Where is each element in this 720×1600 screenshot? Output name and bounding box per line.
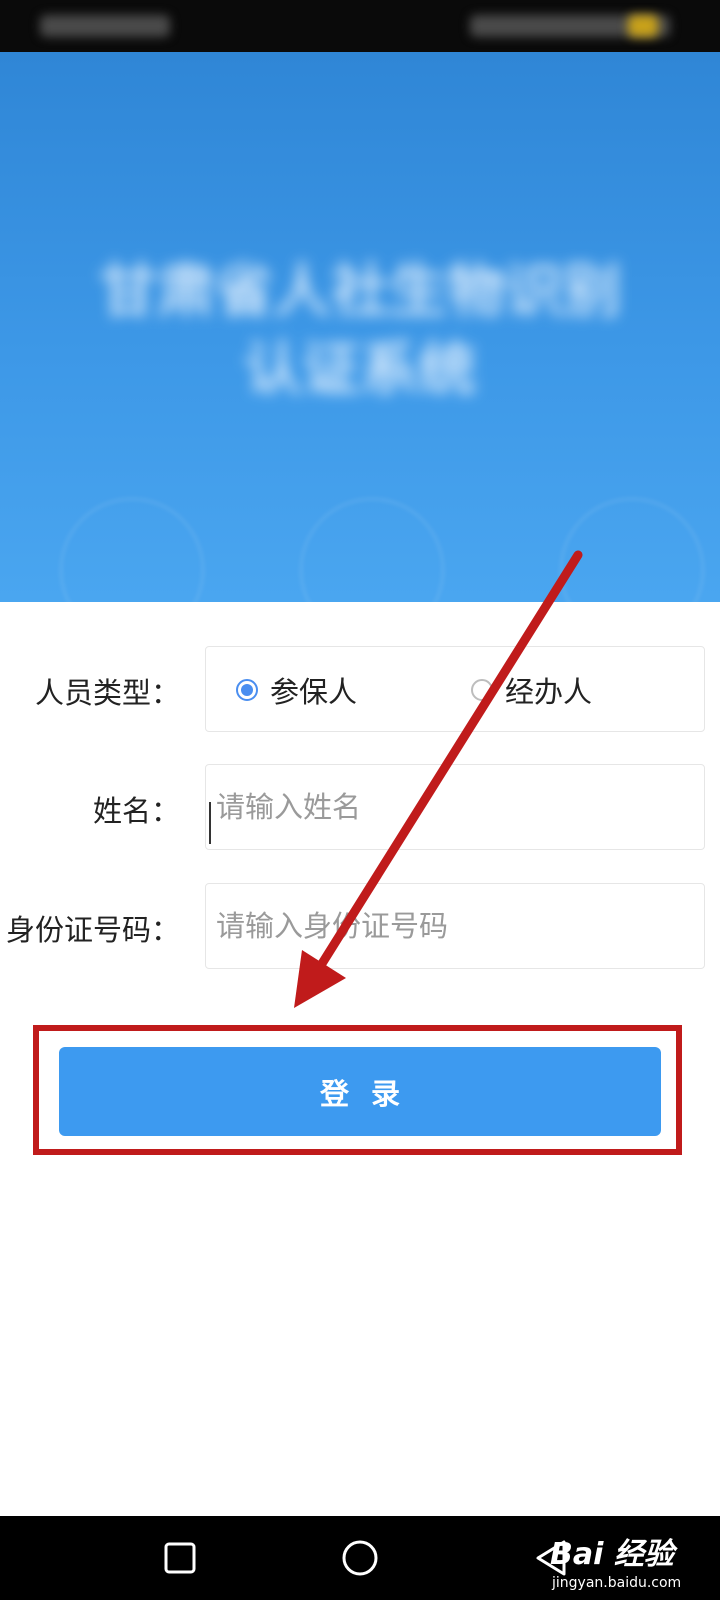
app-title-line1: 甘肃省人社生物识别 bbox=[98, 257, 621, 325]
banner-ornament bbox=[60, 498, 204, 602]
highlight-box bbox=[33, 1025, 682, 1155]
recent-apps-button[interactable] bbox=[140, 1516, 220, 1600]
watermark-brand: Bai 经验 bbox=[550, 1537, 674, 1572]
id-number-label: 身份证号码： bbox=[5, 913, 180, 947]
status-time bbox=[40, 15, 170, 37]
radio-label-handler: 经办人 bbox=[505, 675, 593, 709]
banner-ornament bbox=[560, 498, 704, 602]
status-bar bbox=[0, 0, 720, 52]
radio-option-handler[interactable]: 经办人 bbox=[471, 647, 592, 733]
radio-label-insured: 参保人 bbox=[270, 675, 358, 709]
text-cursor bbox=[209, 802, 211, 844]
radio-option-insured[interactable]: 参保人 bbox=[236, 647, 357, 733]
header-banner: 甘肃省人社生物识别 认证系统 bbox=[0, 52, 720, 602]
name-label: 姓名： bbox=[92, 794, 180, 828]
radio-unchecked-icon[interactable] bbox=[471, 679, 493, 701]
battery-icon bbox=[628, 15, 658, 37]
baidu-jingyan-watermark: Bai 经验 jingyan.baidu.com bbox=[550, 1525, 720, 1595]
circle-icon bbox=[342, 1540, 378, 1576]
id-number-field bbox=[205, 883, 705, 969]
banner-ornament bbox=[300, 498, 444, 602]
name-field bbox=[205, 764, 705, 850]
home-button[interactable] bbox=[320, 1516, 400, 1600]
name-input[interactable] bbox=[206, 765, 704, 849]
person-type-label: 人员类型： bbox=[34, 676, 180, 710]
square-icon bbox=[164, 1542, 196, 1574]
app-title: 甘肃省人社生物识别 认证系统 bbox=[0, 252, 720, 408]
id-number-input[interactable] bbox=[206, 884, 704, 968]
watermark-url: jingyan.baidu.com bbox=[552, 1575, 682, 1591]
app-title-line2: 认证系统 bbox=[243, 335, 476, 403]
person-type-radio-group: 参保人 经办人 bbox=[205, 646, 705, 732]
radio-checked-icon[interactable] bbox=[236, 679, 258, 701]
